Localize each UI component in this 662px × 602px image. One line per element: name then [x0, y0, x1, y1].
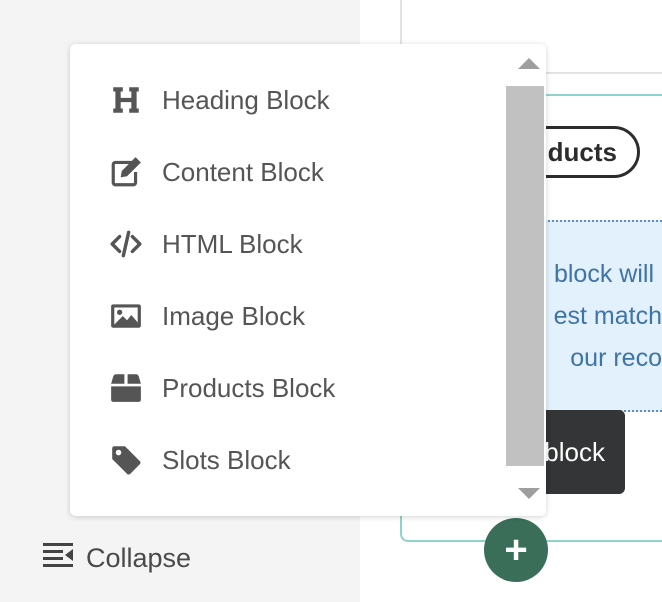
image-icon [108, 298, 144, 334]
menu-item-label: Heading Block [162, 84, 330, 115]
plus-icon: + [504, 527, 528, 572]
block-action-label: block [544, 436, 605, 467]
add-block-button[interactable]: + [484, 518, 548, 582]
scroll-up-arrow-icon[interactable] [518, 58, 540, 69]
add-block-menu: Heading Block Content Block HTML Block I… [70, 44, 546, 516]
info-line-1: block will [553, 260, 654, 288]
scroll-thumb[interactable] [506, 86, 544, 466]
edit-icon [108, 154, 144, 190]
menu-item-products-block[interactable]: Products Block [70, 352, 506, 424]
menu-item-heading-block[interactable]: Heading Block [70, 64, 506, 136]
menu-item-label: Products Block [162, 372, 336, 403]
block-type-list: Heading Block Content Block HTML Block I… [70, 64, 506, 496]
menu-item-html-block[interactable]: HTML Block [70, 208, 506, 280]
box-icon [108, 370, 144, 406]
heading-icon [108, 82, 144, 118]
menu-item-label: HTML Block [162, 228, 303, 259]
collapse-button[interactable]: Collapse [42, 536, 191, 580]
menu-item-slots-block[interactable]: Slots Block [70, 424, 506, 496]
menu-item-label: Content Block [162, 156, 324, 187]
scroll-down-arrow-icon[interactable] [518, 488, 540, 499]
menu-item-content-block[interactable]: Content Block [70, 136, 506, 208]
products-pill-label: ducts [547, 136, 617, 167]
menu-scrollbar[interactable] [506, 44, 546, 516]
info-line-3: our reco [570, 344, 662, 372]
menu-item-label: Image Block [162, 300, 306, 331]
tag-icon [108, 442, 144, 478]
collapse-label: Collapse [86, 542, 192, 573]
code-icon [108, 226, 144, 262]
collapse-left-icon [42, 541, 74, 576]
info-line-2: est match [553, 302, 662, 330]
menu-item-image-block[interactable]: Image Block [70, 280, 506, 352]
menu-item-label: Slots Block [162, 444, 291, 475]
